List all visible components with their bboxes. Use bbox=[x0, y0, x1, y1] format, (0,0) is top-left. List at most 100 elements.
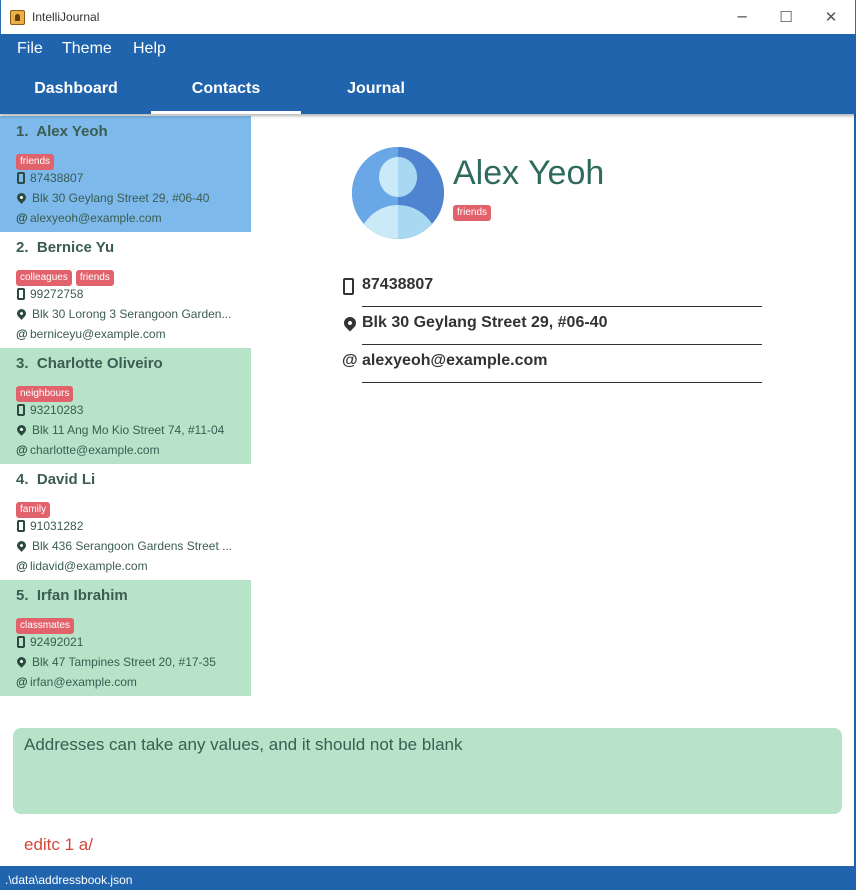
email-at-icon: @ bbox=[16, 443, 28, 457]
avatar-icon bbox=[352, 147, 444, 239]
title-bar: IntelliJournal ─ ☐ ✕ bbox=[0, 0, 856, 34]
contact-card[interactable]: 4. David Li family 91031282 Blk 436 Serango… bbox=[0, 464, 251, 580]
window-title: IntelliJournal bbox=[32, 10, 100, 24]
tag-label: family bbox=[16, 502, 51, 518]
contact-email-row: @ charlotte@example.com bbox=[16, 443, 244, 457]
close-button[interactable]: ✕ bbox=[817, 6, 845, 28]
contact-name: 1. Alex Yeoh bbox=[16, 123, 108, 140]
contact-detail-panel: Alex Yeoh friends 87438807 Blk 30 Geylan… bbox=[252, 116, 854, 716]
contact-phone-row: 91031282 bbox=[16, 519, 244, 533]
contact-name-text: Bernice Yu bbox=[36, 239, 115, 256]
tag-label: friends bbox=[453, 205, 492, 221]
contact-name: 4. David Li bbox=[16, 471, 95, 488]
detail-email: alexyeoh@example.com bbox=[362, 352, 548, 369]
email-at-icon: @ bbox=[342, 352, 358, 369]
contact-address: Blk 30 Lorong 3 Serangoon Garden... bbox=[32, 307, 232, 321]
email-at-icon: @ bbox=[16, 211, 28, 225]
tag-list: family bbox=[16, 497, 54, 518]
tab-dashboard[interactable]: Dashboard bbox=[1, 66, 151, 114]
contact-card[interactable]: 2. Bernice Yu colleagues friends 99272758 Bl… bbox=[0, 232, 251, 348]
contact-phone-row: 93210283 bbox=[16, 403, 244, 417]
tag-list: friends bbox=[16, 149, 58, 170]
contact-index: 3. bbox=[16, 355, 29, 372]
divider bbox=[362, 306, 762, 307]
contact-phone-row: 92492021 bbox=[16, 635, 244, 649]
contact-address: Blk 30 Geylang Street 29, #06-40 bbox=[32, 191, 210, 205]
contact-phone: 92492021 bbox=[30, 635, 84, 649]
contact-phone-row: 99272758 bbox=[16, 287, 244, 301]
email-at-icon: @ bbox=[16, 327, 28, 341]
contact-email: alexyeoh@example.com bbox=[30, 211, 162, 225]
contact-address-row: Blk 436 Serangoon Gardens Street ... bbox=[16, 539, 244, 553]
phone-icon bbox=[17, 520, 25, 532]
contact-email: irfan@example.com bbox=[30, 675, 137, 689]
contact-phone: 93210283 bbox=[30, 403, 84, 417]
contact-email-row: @ alexyeoh@example.com bbox=[16, 211, 244, 225]
contact-address-row: Blk 11 Ang Mo Kio Street 74, #11-04 bbox=[16, 423, 244, 437]
contact-index: 4. bbox=[16, 471, 29, 488]
location-pin-icon bbox=[16, 191, 28, 204]
email-at-icon: @ bbox=[16, 675, 28, 689]
menu-file[interactable]: File bbox=[17, 40, 43, 58]
tag-label: classmates bbox=[16, 618, 75, 634]
contact-address: Blk 436 Serangoon Gardens Street ... bbox=[32, 539, 233, 553]
tag-list: classmates bbox=[16, 613, 78, 634]
tab-journal[interactable]: Journal bbox=[301, 66, 451, 114]
contact-address-row: Blk 30 Geylang Street 29, #06-40 bbox=[16, 191, 244, 205]
phone-icon bbox=[343, 278, 354, 295]
detail-address: Blk 30 Geylang Street 29, #06-40 bbox=[362, 314, 608, 331]
maximize-button[interactable]: ☐ bbox=[772, 6, 800, 28]
contact-email-row: @ berniceyu@example.com bbox=[16, 327, 244, 341]
contact-address-row: Blk 47 Tampines Street 20, #17-35 bbox=[16, 655, 244, 669]
menu-help[interactable]: Help bbox=[133, 40, 166, 58]
contact-address: Blk 47 Tampines Street 20, #17-35 bbox=[32, 655, 216, 669]
phone-icon bbox=[17, 288, 25, 300]
contact-email: lidavid@example.com bbox=[30, 559, 148, 573]
location-pin-icon bbox=[16, 307, 28, 320]
detail-tag: friends bbox=[453, 200, 495, 221]
contact-address: Blk 11 Ang Mo Kio Street 74, #11-04 bbox=[32, 423, 225, 437]
tab-contacts[interactable]: Contacts bbox=[151, 66, 301, 114]
app-icon bbox=[10, 10, 25, 25]
contact-card[interactable]: 5. Irfan Ibrahim classmates 92492021 Blk 47… bbox=[0, 580, 251, 696]
tab-bar: Dashboard Contacts Journal bbox=[0, 66, 856, 114]
result-display: Addresses can take any values, and it sh… bbox=[13, 728, 842, 814]
contact-name: 3. Charlotte Oliveiro bbox=[16, 355, 163, 372]
phone-icon bbox=[17, 172, 25, 184]
minimize-button[interactable]: ─ bbox=[728, 6, 756, 28]
contact-email-row: @ lidavid@example.com bbox=[16, 559, 244, 573]
location-pin-icon bbox=[341, 314, 359, 332]
contact-email-row: @ irfan@example.com bbox=[16, 675, 244, 689]
contact-list[interactable]: 1. Alex Yeoh friends 87438807 Blk 30 Geylan… bbox=[0, 116, 251, 696]
contact-card[interactable]: 3. Charlotte Oliveiro neighbours 93210283 B… bbox=[0, 348, 251, 464]
contact-card[interactable]: 1. Alex Yeoh friends 87438807 Blk 30 Geylan… bbox=[0, 116, 251, 232]
contact-index: 1. bbox=[16, 123, 29, 140]
tag-label: friends bbox=[16, 154, 55, 170]
command-input[interactable] bbox=[13, 830, 842, 860]
location-pin-icon bbox=[16, 539, 28, 552]
tag-label: neighbours bbox=[16, 386, 74, 402]
detail-phone-row: 87438807 bbox=[342, 276, 762, 307]
contact-email: charlotte@example.com bbox=[30, 443, 160, 457]
phone-icon bbox=[17, 404, 25, 416]
contact-index: 2. bbox=[16, 239, 29, 256]
detail-phone: 87438807 bbox=[362, 276, 434, 293]
contact-phone: 99272758 bbox=[30, 287, 84, 301]
tag-list: colleagues friends bbox=[16, 265, 118, 286]
location-pin-icon bbox=[16, 655, 28, 668]
tag-label: friends bbox=[75, 270, 114, 286]
contact-name: 5. Irfan Ibrahim bbox=[16, 587, 128, 604]
contact-phone: 91031282 bbox=[30, 519, 84, 533]
divider bbox=[362, 382, 762, 383]
phone-icon bbox=[17, 636, 25, 648]
email-at-icon: @ bbox=[16, 559, 28, 573]
menu-theme[interactable]: Theme bbox=[62, 40, 112, 58]
location-pin-icon bbox=[16, 423, 28, 436]
contact-address-row: Blk 30 Lorong 3 Serangoon Garden... bbox=[16, 307, 244, 321]
divider bbox=[362, 344, 762, 345]
contact-index: 5. bbox=[16, 587, 29, 604]
status-bar: .\data\addressbook.json bbox=[0, 866, 856, 890]
detail-email-row: @ alexyeoh@example.com bbox=[342, 352, 762, 383]
contact-phone-row: 87438807 bbox=[16, 171, 244, 185]
menu-bar: File Theme Help bbox=[0, 34, 856, 66]
